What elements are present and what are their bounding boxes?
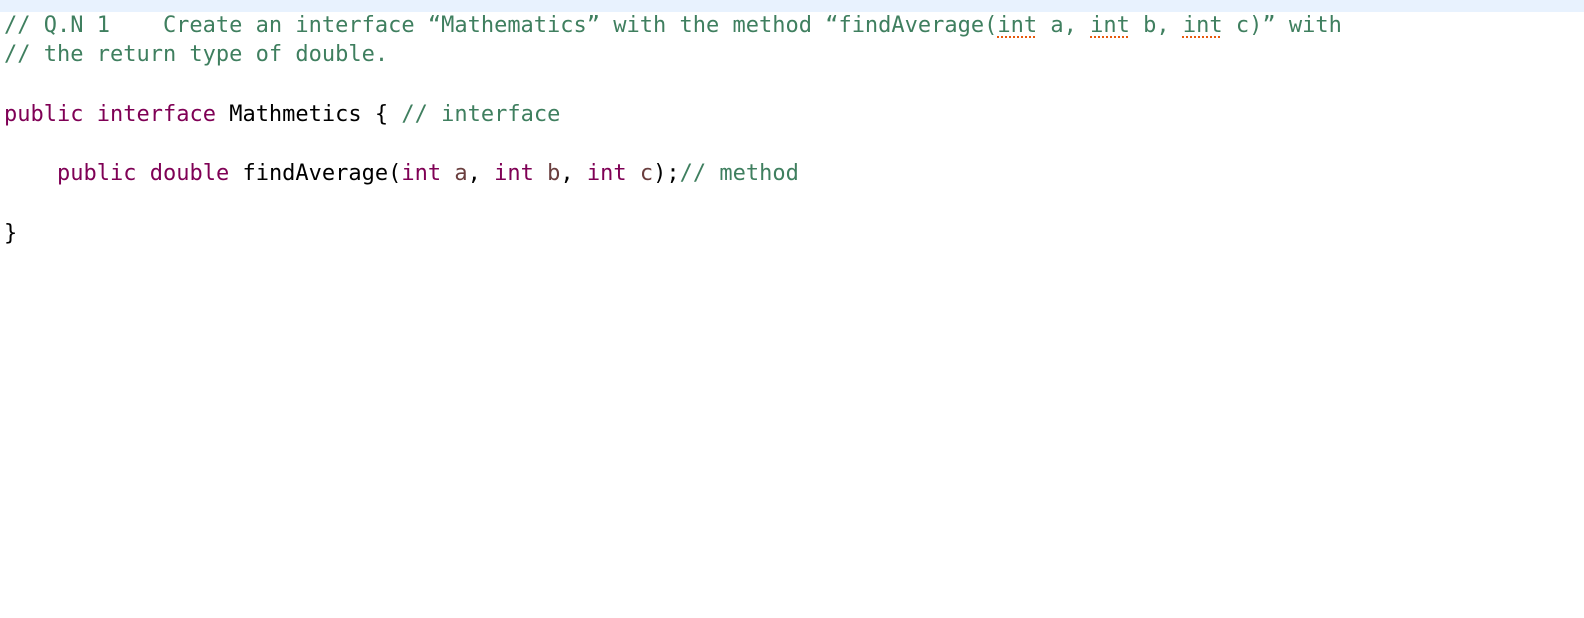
comment-text: a, [1037,13,1091,38]
code-line-8[interactable]: } [4,219,17,249]
param-b: b [547,161,561,186]
closing-paren: ); [653,161,680,186]
method-name: findAverage( [229,161,402,186]
keyword-public: public [4,102,84,127]
keyword-double: double [149,161,230,186]
spellcheck-word[interactable]: int [997,13,1037,38]
comment-text: c)” with [1222,13,1342,38]
param-c: c [639,161,654,186]
comment-text: // Q.N 1 Create an interface “Mathematic… [4,13,998,38]
param-a: a [454,161,468,186]
separator: , [467,161,495,186]
keyword-int: int [494,161,534,186]
comment-text: // interface [401,102,561,127]
code-line-4[interactable]: public interface Mathmetics { // interfa… [4,100,560,130]
keyword-int: int [401,161,442,186]
comment-text: // the return type of double. [4,42,389,67]
spellcheck-word[interactable]: int [1090,13,1130,38]
keyword-public: public [56,161,137,186]
code-line-1[interactable]: // Q.N 1 Create an interface “Mathematic… [4,11,1342,41]
code-line-2[interactable]: // the return type of double. [4,40,388,70]
comment-text: // method [679,161,799,186]
spellcheck-word[interactable]: int [1183,13,1223,38]
code-editor[interactable]: // Q.N 1 Create an interface “Mathematic… [0,0,1584,618]
closing-brace: } [4,221,18,246]
comment-text: b, [1129,13,1183,38]
keyword-int: int [586,161,627,186]
code-line-6[interactable]: public double findAverage(int a, int b, … [4,159,799,189]
separator: , [560,161,587,186]
interface-name: Mathmetics { [215,102,402,127]
keyword-interface: interface [96,102,216,127]
